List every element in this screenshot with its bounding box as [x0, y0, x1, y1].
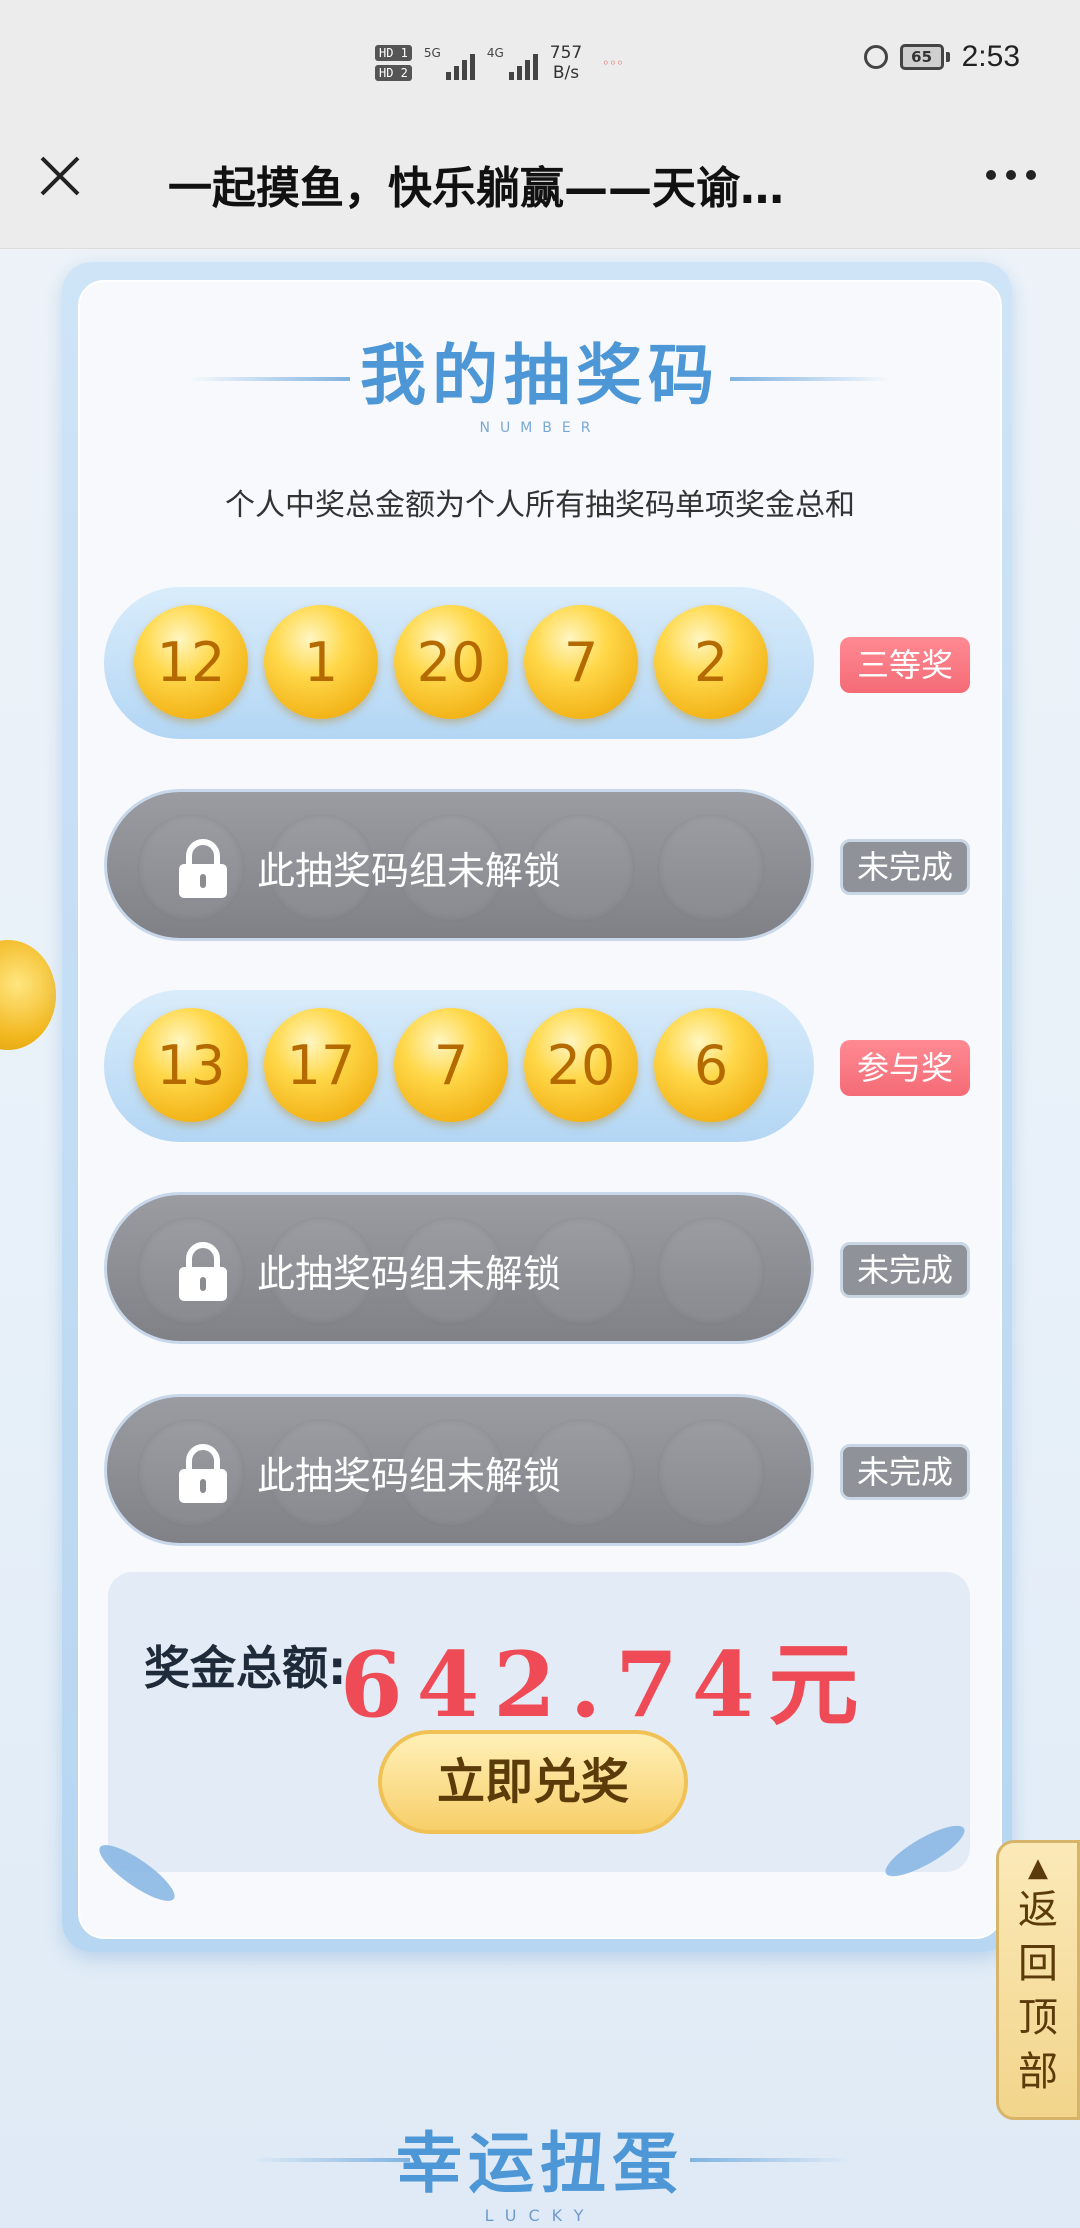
number-pill: 13 17 7 20 6 [104, 990, 814, 1142]
locked-text: 此抽奖码组未解锁 [257, 1252, 562, 1296]
lottery-title-text: 我的抽奖码 [360, 336, 720, 414]
lottery-title: 我的抽奖码 NUMBER [80, 322, 1000, 436]
number-ball: 1 [264, 605, 378, 719]
ball-number: 7 [433, 1033, 469, 1097]
sim2-badge: HD 2 [375, 65, 412, 81]
total-amount: 642.74元 [340, 1632, 873, 1738]
close-icon [40, 156, 80, 196]
ball-number: 13 [156, 1033, 226, 1097]
lock-icon [179, 839, 227, 898]
page-title: 一起摸鱼，快乐躺赢——天谕… [168, 163, 784, 214]
status-badge: 未完成 [840, 1444, 970, 1500]
ghost-ball [657, 1419, 765, 1527]
ball-number: 20 [416, 630, 486, 694]
lottery-note: 个人中奖总金额为个人所有抽奖码单项奖金总和 [225, 488, 855, 523]
ball-number: 6 [693, 1033, 729, 1097]
ball-number: 7 [563, 630, 599, 694]
ball-number: 20 [546, 1033, 616, 1097]
status-bar: HD 1 HD 2 5G 4G 757 B/s ◦◦◦ 65 2:53 [0, 0, 1080, 120]
network-speed: 757 B/s [550, 43, 582, 83]
prize-total-box: 奖金总额: 642.74元 立即兑奖 [108, 1572, 970, 1872]
number-ball: 7 [524, 605, 638, 719]
ghost-ball [657, 1217, 765, 1325]
status-right: 65 2:53 [863, 40, 1020, 74]
speed-unit: B/s [552, 63, 580, 83]
battery-tip [945, 52, 950, 62]
back-to-top-char: 返 [1018, 1887, 1058, 1933]
status-badge: 未完成 [840, 1242, 970, 1298]
lottery-row-locked: 此抽奖码组未解锁 未完成 [104, 789, 974, 941]
lottery-card: 我的抽奖码 NUMBER 个人中奖总金额为个人所有抽奖码单项奖金总和 12 1 … [78, 280, 1002, 1939]
number-ball: 17 [264, 1008, 378, 1122]
back-to-top-button[interactable]: ▲ 返 回 顶 部 [996, 1840, 1080, 2120]
sim-badges: HD 1 HD 2 [375, 45, 412, 81]
ball-number: 2 [693, 630, 729, 694]
lock-icon [179, 1444, 227, 1503]
lottery-row: 12 1 20 7 2 三等奖 [104, 587, 974, 739]
total-label: 奖金总额: [144, 1641, 347, 1695]
locked-text: 此抽奖码组未解锁 [257, 1454, 562, 1498]
lottery-row-locked: 此抽奖码组未解锁 未完成 [104, 1394, 974, 1546]
number-pill: 12 1 20 7 2 [104, 587, 814, 739]
lock-icon [179, 1242, 227, 1301]
back-to-top-char: 回 [1018, 1941, 1058, 1987]
number-ball: 20 [394, 605, 508, 719]
ball-number: 1 [303, 630, 339, 694]
lucky-subtitle: LUCKY [484, 2206, 596, 2225]
more-dot-icon [986, 170, 996, 180]
more-dot-icon [1006, 170, 1016, 180]
more-menu-button[interactable] [986, 170, 1036, 180]
number-ball: 12 [134, 605, 248, 719]
more-dot-icon [1026, 170, 1036, 180]
prize-badge: 三等奖 [840, 637, 970, 693]
clock: 2:53 [961, 40, 1020, 73]
redeem-button[interactable]: 立即兑奖 [378, 1730, 688, 1834]
status-badge: 未完成 [840, 839, 970, 895]
alarm-icon [863, 45, 888, 69]
speed-value: 757 [549, 43, 583, 63]
battery-icon: 65 [899, 44, 944, 70]
up-arrow-icon: ▲ [1028, 1853, 1048, 1883]
close-button[interactable] [28, 144, 92, 208]
ball-number: 17 [286, 1033, 356, 1097]
signal-4g-icon: 4G [487, 46, 538, 80]
nav-bar: 一起摸鱼，快乐躺赢——天谕… [0, 120, 1080, 249]
locked-pill: 此抽奖码组未解锁 [104, 1192, 814, 1344]
number-ball: 7 [394, 1008, 508, 1122]
signal-5g-icon: 5G [424, 46, 475, 80]
prize-badge: 参与奖 [840, 1040, 970, 1096]
lottery-subtitle: NUMBER [479, 420, 601, 436]
back-to-top-char: 部 [1018, 2049, 1058, 2095]
locked-pill: 此抽奖码组未解锁 [104, 789, 814, 941]
net2-label: 4G [486, 46, 504, 60]
back-to-top-char: 顶 [1018, 1995, 1058, 2041]
lottery-row-locked: 此抽奖码组未解锁 未完成 [104, 1192, 974, 1344]
brand-logo-icon: ◦◦◦ [602, 56, 624, 70]
lottery-row: 13 17 7 20 6 参与奖 [104, 990, 974, 1142]
number-ball: 6 [654, 1008, 768, 1122]
sim1-badge: HD 1 [375, 45, 412, 61]
network-indicators: HD 1 HD 2 5G 4G 757 B/s ◦◦◦ [375, 38, 623, 88]
lucky-section-title: 幸运扭蛋 LUCKY [0, 2110, 1080, 2225]
lucky-title-text: 幸运扭蛋 [396, 2124, 684, 2202]
locked-text: 此抽奖码组未解锁 [257, 849, 562, 893]
ball-number: 12 [156, 630, 226, 694]
number-ball: 2 [654, 605, 768, 719]
locked-pill: 此抽奖码组未解锁 [104, 1394, 814, 1546]
number-ball: 13 [134, 1008, 248, 1122]
net1-label: 5G [423, 46, 441, 60]
decorative-coin-icon [0, 940, 56, 1050]
ghost-ball [657, 814, 765, 922]
number-ball: 20 [524, 1008, 638, 1122]
